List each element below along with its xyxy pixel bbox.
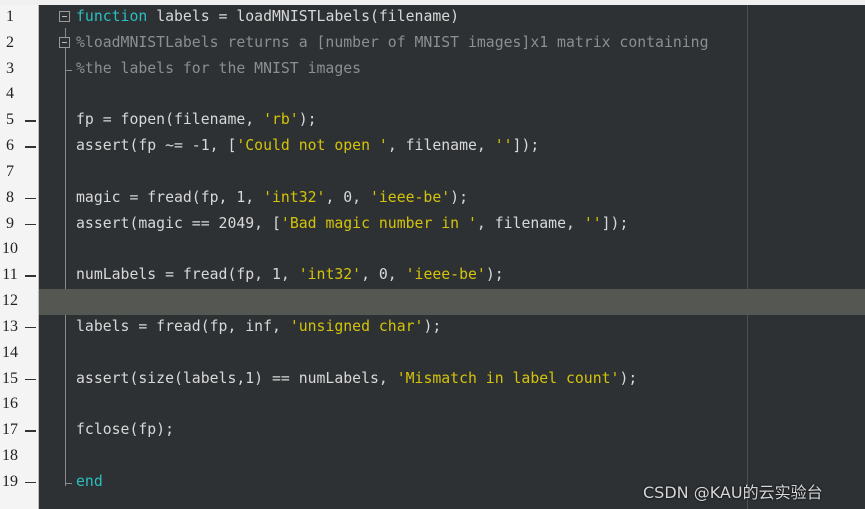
code-text: magic = fread(fp, 1, 'int32', 0, 'ieee-b… bbox=[76, 188, 468, 208]
code-token: , 0, bbox=[325, 188, 370, 206]
code-line[interactable]: 2 %loadMNISTLabels returns a [number of M… bbox=[0, 31, 865, 57]
code-line[interactable]: 12 bbox=[0, 289, 865, 315]
line-number: 12 bbox=[2, 292, 18, 310]
line-number: 5 bbox=[6, 111, 14, 129]
line-number: 10 bbox=[2, 240, 18, 258]
code-line[interactable]: 4 bbox=[0, 82, 865, 108]
string-token: 'rb' bbox=[263, 111, 299, 129]
code-token: assert(magic == 2049, [ bbox=[76, 214, 281, 232]
code-token: fclose(fp); bbox=[76, 421, 174, 439]
code-text: assert(fp ~= -1, ['Could not open ', fil… bbox=[76, 136, 539, 156]
line-number: 8 bbox=[6, 188, 14, 206]
line-number: 3 bbox=[6, 59, 14, 77]
code-token: ); bbox=[450, 188, 468, 206]
line-number: 17 bbox=[2, 421, 18, 439]
code-text: numLabels = fread(fp, 1, 'int32', 0, 'ie… bbox=[76, 265, 504, 285]
string-token: 'int32' bbox=[263, 188, 326, 206]
code-text: %the labels for the MNIST images bbox=[76, 59, 361, 79]
line-number: 13 bbox=[2, 317, 18, 335]
code-line[interactable]: 9 assert(magic == 2049, ['Bad magic numbe… bbox=[0, 212, 865, 238]
code-token: ); bbox=[298, 111, 317, 129]
code-token: , filename, bbox=[387, 137, 495, 155]
string-token: 'ieee-be' bbox=[369, 188, 451, 206]
code-line[interactable]: 15 assert(size(labels,1) == numLabels, 'M… bbox=[0, 367, 865, 393]
fold-end-icon bbox=[65, 56, 72, 71]
code-token: assert(size(labels,1) == numLabels, bbox=[76, 369, 397, 387]
string-token: 'Mismatch in label count' bbox=[396, 369, 620, 387]
code-text: assert(magic == 2049, ['Bad magic number… bbox=[76, 214, 628, 234]
code-text: %loadMNISTLabels returns a [number of MN… bbox=[76, 33, 709, 53]
keyword-token: end bbox=[76, 472, 103, 490]
code-text: end bbox=[76, 472, 103, 492]
code-line[interactable]: 11 numLabels = fread(fp, 1, 'int32', 0, '… bbox=[0, 263, 865, 289]
code-text: assert(size(labels,1) == numLabels, 'Mis… bbox=[76, 369, 637, 389]
breakpoint-marker[interactable] bbox=[25, 120, 36, 122]
line-number: 1 bbox=[6, 8, 14, 25]
breakpoint-marker[interactable] bbox=[25, 326, 36, 329]
code-token: assert(fp ~= -1, [ bbox=[76, 137, 237, 155]
code-line[interactable]: 7 bbox=[0, 160, 865, 186]
code-line[interactable]: 14 bbox=[0, 341, 865, 367]
breakpoint-marker[interactable] bbox=[25, 223, 36, 226]
code-line[interactable]: 16 bbox=[0, 392, 865, 418]
code-token: numLabels = fread(fp, 1, bbox=[76, 266, 299, 284]
breakpoint-marker[interactable] bbox=[25, 197, 36, 200]
code-token: fp = fopen(filename, bbox=[76, 111, 264, 129]
line-number: 11 bbox=[2, 266, 18, 284]
string-token: 'Bad magic number in ' bbox=[280, 214, 477, 232]
code-token: ]); bbox=[601, 214, 629, 232]
current-line-highlight bbox=[39, 289, 865, 315]
code-line[interactable]: 8 magic = fread(fp, 1, 'int32', 0, 'ieee-… bbox=[0, 186, 865, 212]
code-text: function labels = loadMNISTLabels(filena… bbox=[76, 7, 459, 27]
code-line[interactable]: 17 fclose(fp); bbox=[0, 418, 865, 444]
code-token: labels = fread(fp, inf, bbox=[76, 317, 290, 335]
string-token: 'Could not open ' bbox=[236, 137, 388, 155]
breakpoint-marker[interactable] bbox=[25, 481, 36, 484]
code-token: ); bbox=[619, 369, 638, 387]
breakpoint-marker[interactable] bbox=[25, 146, 36, 148]
comment-token: %loadMNISTLabels returns a [number of MN… bbox=[76, 33, 709, 51]
fold-collapse-icon[interactable] bbox=[59, 11, 70, 22]
line-number: 14 bbox=[2, 343, 18, 361]
code-text: fp = fopen(filename, 'rb'); bbox=[76, 110, 317, 130]
string-token: 'ieee-be' bbox=[405, 266, 486, 284]
fold-end-icon bbox=[65, 469, 72, 484]
string-token: '' bbox=[494, 137, 513, 155]
keyword-token: function bbox=[76, 8, 148, 25]
breakpoint-marker[interactable] bbox=[25, 275, 36, 277]
code-token: labels = loadMNISTLabels(filename) bbox=[147, 8, 460, 25]
line-number: 9 bbox=[6, 214, 14, 232]
line-number: 16 bbox=[2, 395, 18, 413]
line-number: 19 bbox=[2, 472, 18, 490]
code-line[interactable]: 6 assert(fp ~= -1, ['Could not open ', fi… bbox=[0, 134, 865, 160]
fold-collapse-icon[interactable] bbox=[59, 36, 70, 48]
breakpoint-marker[interactable] bbox=[25, 430, 36, 432]
code-line[interactable]: 18 bbox=[0, 444, 865, 470]
code-line[interactable]: 1 function labels = loadMNISTLabels(filen… bbox=[0, 5, 865, 31]
line-number: 15 bbox=[2, 369, 18, 387]
line-number: 2 bbox=[6, 33, 14, 51]
code-line[interactable]: 13 labels = fread(fp, inf, 'unsigned char… bbox=[0, 315, 865, 341]
code-token: , 0, bbox=[361, 266, 406, 284]
code-text: labels = fread(fp, inf, 'unsigned char')… bbox=[76, 317, 441, 337]
string-token: 'unsigned char' bbox=[289, 317, 424, 335]
code-line[interactable]: 10 bbox=[0, 237, 865, 263]
code-token: ]); bbox=[512, 137, 540, 155]
string-token: '' bbox=[583, 214, 602, 232]
code-token: , filename, bbox=[476, 214, 584, 232]
breakpoint-marker[interactable] bbox=[25, 378, 36, 381]
code-token: magic = fread(fp, 1, bbox=[76, 188, 264, 206]
line-number: 7 bbox=[6, 162, 14, 180]
line-number: 6 bbox=[6, 137, 14, 155]
watermark: CSDN @KAU的云实验台 bbox=[643, 483, 823, 502]
code-token: ); bbox=[485, 266, 504, 284]
line-number: 4 bbox=[6, 85, 14, 103]
code-line[interactable]: 5 fp = fopen(filename, 'rb'); bbox=[0, 108, 865, 134]
code-token: ); bbox=[423, 317, 442, 335]
code-text: fclose(fp); bbox=[76, 420, 174, 440]
comment-token: %the labels for the MNIST images bbox=[76, 59, 362, 77]
line-number: 18 bbox=[2, 447, 18, 465]
string-token: 'int32' bbox=[298, 266, 362, 284]
code-line[interactable]: 3 %the labels for the MNIST images bbox=[0, 56, 865, 83]
